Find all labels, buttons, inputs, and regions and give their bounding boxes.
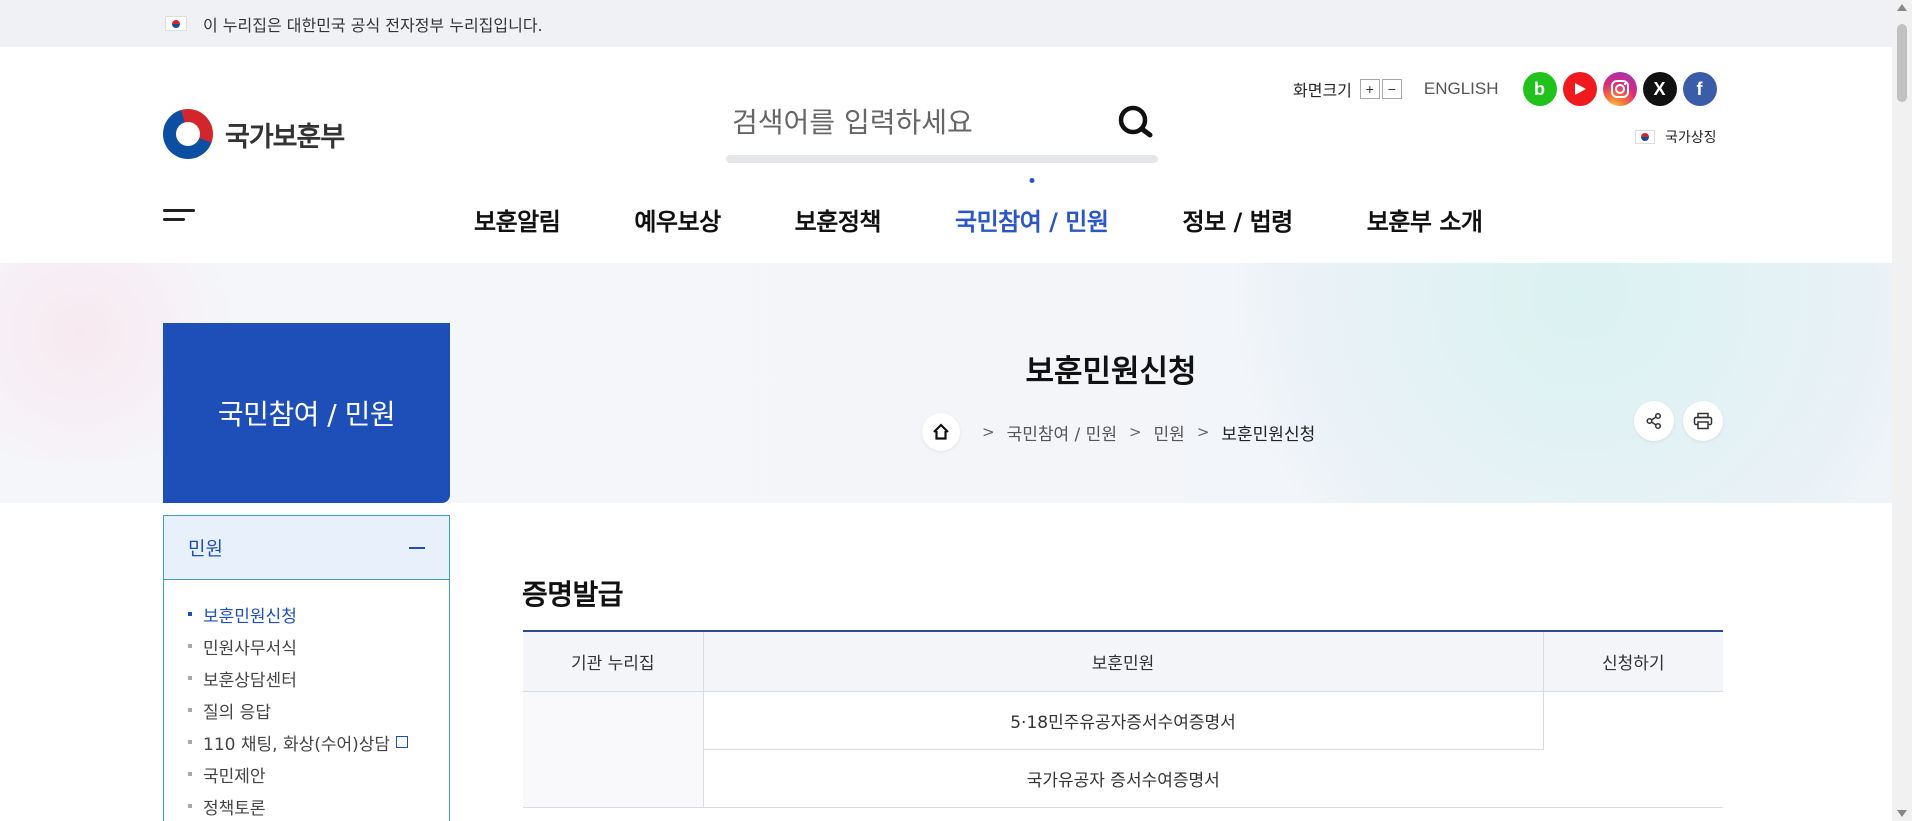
gnb-item-notice[interactable]: 보훈알림 (474, 202, 561, 237)
certificate-table: 기관 누리집 보훈민원 신청하기 5·18민주유공자증서수여증명서 국가유공자 … (523, 630, 1723, 808)
breadcrumb-current: 보훈민원신청 (1221, 424, 1316, 445)
sidebar-item-label: 보훈상담센터 (203, 670, 297, 691)
printer-icon (1693, 412, 1713, 430)
sidebar-group-label: 민원 (188, 538, 223, 560)
national-symbol-link[interactable]: 국가상징 (1635, 127, 1717, 147)
gnb-item-policy[interactable]: 보훈정책 (795, 202, 882, 237)
font-size-label: 화면크기 (1293, 81, 1352, 100)
search-icon (1118, 105, 1153, 138)
font-size-increase-button[interactable]: + (1359, 79, 1380, 99)
table-cell-org (523, 691, 704, 808)
sidebar-item-label: 보훈민원신청 (203, 606, 297, 627)
chevron-right-icon: > (1128, 423, 1142, 441)
sidebar-item-label: 질의 응답 (203, 702, 271, 723)
sidebar-item-label: 110 채팅, 화상(수어)상담 (203, 734, 391, 755)
search-underline (726, 155, 1158, 163)
table-header-cell: 보훈민원 (703, 631, 1544, 692)
sidebar-group-toggle[interactable]: 민원 (164, 515, 449, 580)
share-icon (1646, 412, 1662, 430)
instagram-icon[interactable] (1602, 72, 1637, 106)
sidebar-item-counseling-center[interactable]: 보훈상담센터 (188, 662, 449, 694)
x-icon[interactable]: X (1642, 72, 1677, 106)
scroll-up-icon[interactable] (1897, 4, 1907, 11)
header: 국가보훈부 화면크기 + − ENGLISH b X f 국가상징 (0, 47, 1892, 263)
home-button[interactable] (922, 413, 960, 451)
share-button[interactable] (1634, 401, 1674, 441)
facebook-icon[interactable]: f (1682, 72, 1717, 106)
table-header-row: 기관 누리집 보훈민원 신청하기 (523, 631, 1723, 692)
search-input[interactable] (732, 97, 1102, 147)
youtube-icon[interactable] (1562, 72, 1597, 106)
search-box (726, 97, 1158, 163)
table-row: 5·18민주유공자증서수여증명서 (523, 691, 1723, 808)
table-cell: 5·18민주유공자증서수여증명서 (703, 691, 1544, 750)
national-symbol-label: 국가상징 (1665, 130, 1717, 146)
play-icon (1574, 83, 1586, 95)
table-header-cell: 기관 누리집 (523, 631, 704, 692)
korea-flag-icon (1635, 130, 1655, 144)
sidebar-item-debate[interactable]: 정책토론 (188, 790, 449, 821)
breadcrumb-item[interactable]: 국민참여 / 민원 (1007, 420, 1117, 445)
breadcrumb: > 국민참여 / 민원 > 민원 > 보훈민원신청 (922, 413, 1315, 451)
main-navigation: 보훈알림 예우보상 보훈정책 국민참여 / 민원 정보 / 법령 보훈부 소개 (0, 197, 1892, 247)
external-link-icon (396, 736, 409, 748)
sidebar-item-civil-application[interactable]: 보훈민원신청 (188, 598, 449, 630)
english-link[interactable]: ENGLISH (1424, 79, 1499, 99)
gov-banner: 이 누리집은 대한민국 공식 전자정부 누리집입니다. (0, 0, 1892, 47)
sidebar-menu: 민원 보훈민원신청 민원사무서식 보훈상담센터 질의 응답 110 채팅, 화상… (163, 515, 450, 821)
logo-text: 국가보훈부 (225, 121, 345, 153)
minus-icon (409, 546, 425, 549)
gnb-item-about[interactable]: 보훈부 소개 (1367, 202, 1483, 237)
gnb-item-compensation[interactable]: 예우보상 (634, 202, 721, 237)
home-icon (933, 423, 949, 440)
sidebar-item-proposal[interactable]: 국민제안 (188, 758, 449, 790)
sidebar-title: 국민참여 / 민원 (163, 323, 450, 503)
table-header-cell: 신청하기 (1543, 631, 1723, 692)
chevron-right-icon: > (982, 423, 995, 441)
taegeuk-logo-icon (163, 109, 213, 159)
camera-icon (1610, 80, 1629, 98)
gnb-item-participation[interactable]: 국민참여 / 민원 (955, 202, 1109, 237)
blog-icon[interactable]: b (1522, 72, 1557, 106)
sidebar-item-label: 국민제안 (203, 766, 266, 787)
table-cell-apply (1543, 691, 1723, 808)
sidebar-item-110-chat[interactable]: 110 채팅, 화상(수어)상담 (188, 726, 449, 758)
chevron-right-icon: > (1196, 423, 1210, 441)
vertical-scrollbar[interactable] (1892, 0, 1912, 821)
sidebar-item-qna[interactable]: 질의 응답 (188, 694, 449, 726)
print-button[interactable] (1683, 401, 1723, 441)
korea-flag-icon (165, 16, 187, 31)
gnb-item-info-law[interactable]: 정보 / 법령 (1182, 202, 1293, 237)
sidebar-item-label: 정책토론 (203, 798, 266, 819)
sidebar-item-forms[interactable]: 민원사무서식 (188, 630, 449, 662)
table-cell: 국가유공자 증서수여증명서 (703, 749, 1543, 808)
breadcrumb-item[interactable]: 민원 (1154, 420, 1185, 445)
site-logo[interactable]: 국가보훈부 (163, 109, 345, 159)
font-size-decrease-button[interactable]: − (1381, 79, 1402, 99)
sidebar-item-label: 민원사무서식 (203, 638, 297, 659)
gov-banner-text: 이 누리집은 대한민국 공식 전자정부 누리집입니다. (203, 15, 543, 35)
scroll-down-icon[interactable] (1897, 810, 1907, 817)
section-title: 증명발급 (522, 578, 624, 611)
scrollbar-thumb[interactable] (1897, 24, 1907, 102)
utility-bar: 화면크기 + − ENGLISH b X f (1293, 72, 1717, 106)
search-button[interactable] (1116, 103, 1156, 143)
hamburger-menu-icon[interactable] (163, 209, 195, 229)
